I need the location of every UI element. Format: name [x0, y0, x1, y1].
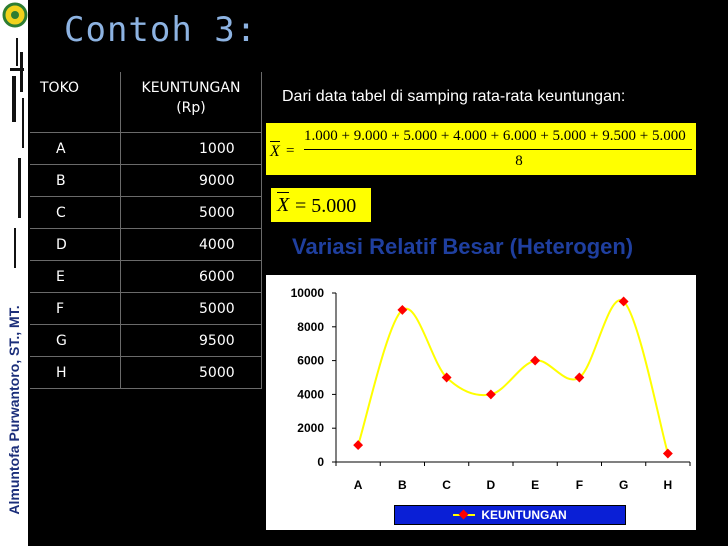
- table-row: E 6000: [30, 260, 262, 293]
- x-tick-label: H: [664, 478, 673, 492]
- column-header-unit: (Rp): [176, 100, 206, 116]
- cell-toko: B: [30, 164, 121, 197]
- y-tick-label: 8000: [297, 320, 324, 334]
- data-point: [485, 389, 496, 400]
- cell-toko: A: [30, 132, 121, 165]
- cell-keuntungan: 4000: [120, 228, 262, 261]
- cell-keuntungan: 6000: [120, 260, 262, 293]
- formula-numerator: 1.000 + 9.000 + 5.000 + 4.000 + 6.000 + …: [304, 128, 686, 144]
- series-line-keuntungan: [357, 299, 669, 454]
- legend-marker-icon: [453, 510, 476, 520]
- cell-keuntungan: 5000: [120, 292, 262, 325]
- x-tick-label: C: [442, 478, 451, 492]
- description-text: Dari data tabel di samping rata-rata keu…: [282, 88, 626, 105]
- cell-keuntungan: 5000: [120, 356, 262, 389]
- cell-keuntungan: 9500: [120, 324, 262, 357]
- fraction-line: [304, 149, 692, 150]
- table-row: G 9500: [30, 324, 262, 357]
- formula-denominator: 8: [515, 153, 523, 169]
- y-tick-label: 0: [317, 455, 324, 469]
- table-row: H 5000: [30, 356, 262, 389]
- result-value: = 5.000: [295, 195, 357, 217]
- table-row: F 5000: [30, 292, 262, 325]
- y-tick-label: 4000: [297, 387, 324, 401]
- chart-title: Variasi Relatif Besar (Heterogen): [292, 234, 634, 259]
- page-title: Contoh 3:: [64, 10, 258, 50]
- cell-toko: D: [30, 228, 121, 261]
- table-row: D 4000: [30, 228, 262, 261]
- cell-toko: H: [30, 356, 121, 389]
- cell-toko: E: [30, 260, 121, 293]
- y-tick-label: 2000: [297, 421, 324, 435]
- x-tick-label: F: [576, 478, 583, 492]
- data-point: [353, 440, 364, 451]
- x-tick-label: B: [398, 478, 407, 492]
- column-header-keuntungan-label: KEUNTUNGAN: [141, 80, 241, 96]
- line-chart: 0 2000 4000 6000 8000 10000 A B C D E F G H: [291, 286, 691, 492]
- y-tick-label: 10000: [291, 286, 325, 300]
- data-table: TOKO KEUNTUNGAN (Rp) A 1000 B 9000 C 5000 D…: [30, 72, 262, 389]
- x-tick-label: G: [619, 478, 628, 492]
- mean-formula: X = 1.000 + 9.000 + 5.000 + 4.000 + 6.00…: [266, 123, 696, 175]
- x-tick-label: E: [531, 478, 539, 492]
- x-tick-label: A: [354, 478, 363, 492]
- mean-result: X = 5.000: [271, 188, 371, 222]
- data-point: [662, 448, 673, 459]
- table-row: A 1000: [30, 132, 262, 165]
- university-logo-icon: [2, 2, 28, 28]
- data-point: [530, 355, 541, 366]
- decorative-bars: [10, 38, 28, 268]
- chart-legend: KEUNTUNGAN: [394, 505, 626, 525]
- result-xbar: X: [277, 192, 290, 216]
- cell-keuntungan: 1000: [120, 132, 262, 165]
- cell-keuntungan: 9000: [120, 164, 262, 197]
- author-name: Almuntofa Purwantoro, ST., MT.: [6, 305, 22, 515]
- table-row: B 9000: [30, 164, 262, 197]
- column-header-toko: TOKO: [30, 72, 121, 133]
- table-row: C 5000: [30, 196, 262, 229]
- cell-toko: F: [30, 292, 121, 325]
- x-tick-label: D: [487, 478, 496, 492]
- column-header-keuntungan: KEUNTUNGAN (Rp): [120, 72, 262, 133]
- chart-area: 0 2000 4000 6000 8000 10000 A B C D E F G H KEUNTUNGA…: [266, 275, 696, 530]
- legend-label: KEUNTUNGAN: [481, 508, 567, 522]
- cell-keuntungan: 5000: [120, 196, 262, 229]
- cell-toko: G: [30, 324, 121, 357]
- cell-toko: C: [30, 196, 121, 229]
- table-header-row: TOKO KEUNTUNGAN (Rp): [30, 72, 262, 133]
- y-tick-label: 6000: [297, 354, 324, 368]
- sidebar: Almuntofa Purwantoro, ST., MT.: [0, 0, 28, 546]
